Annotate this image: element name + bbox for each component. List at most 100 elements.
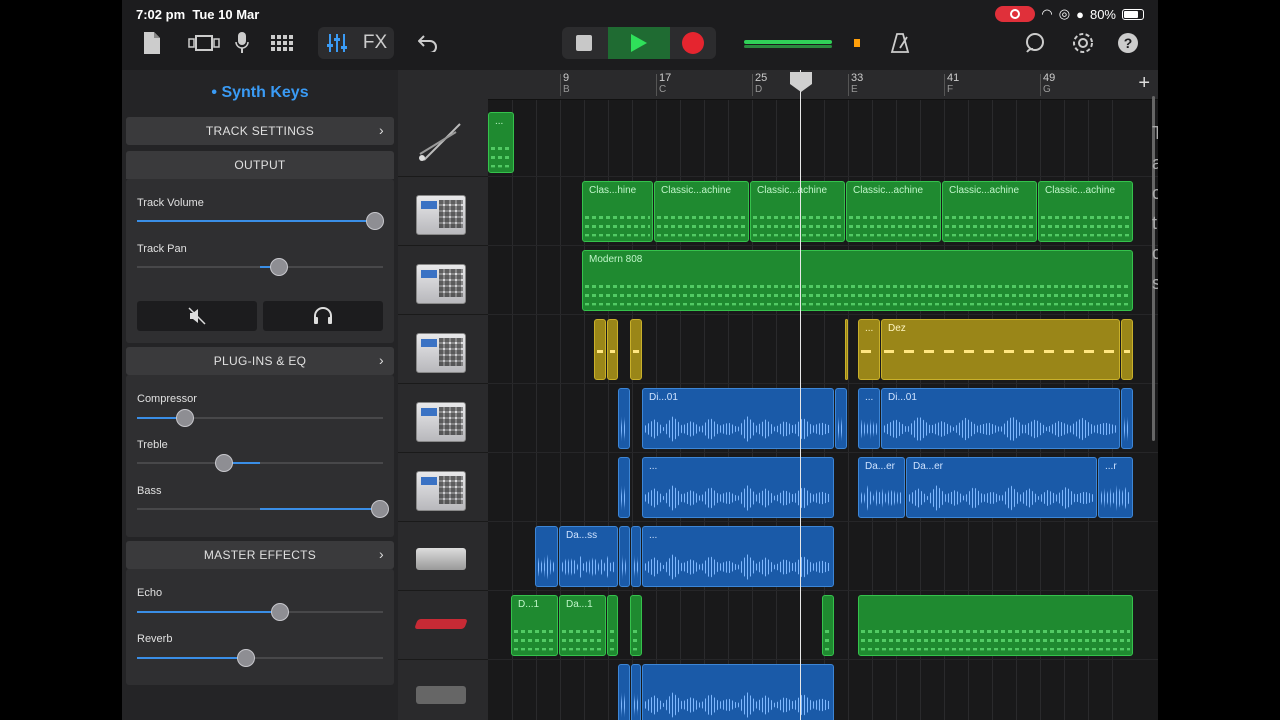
track-header-7[interactable]: [398, 522, 488, 591]
track-lane-7[interactable]: Da...ss ...: [488, 522, 1158, 591]
loop-browser-icon[interactable]: [1022, 28, 1048, 58]
region[interactable]: [822, 595, 834, 656]
region[interactable]: [835, 388, 847, 449]
region[interactable]: Clas...hine: [582, 181, 653, 242]
region[interactable]: [607, 319, 618, 380]
region[interactable]: [594, 319, 606, 380]
track-volume-slider[interactable]: [366, 212, 384, 230]
region[interactable]: Da...er: [906, 457, 1097, 518]
reverb-slider[interactable]: [237, 649, 255, 667]
track-headers: [398, 70, 488, 720]
beat-sequencer-icon: [416, 195, 466, 235]
region[interactable]: Da...ss: [559, 526, 618, 587]
track-header-9[interactable]: [398, 660, 488, 720]
track-settings-header[interactable]: TRACK SETTINGS ›: [126, 117, 394, 145]
region[interactable]: [630, 595, 642, 656]
track-lane-6[interactable]: ... Da...er Da...er ...r: [488, 453, 1158, 522]
region[interactable]: Da...1: [559, 595, 606, 656]
track-header-4[interactable]: [398, 315, 488, 384]
region[interactable]: Di...01: [881, 388, 1120, 449]
track-controls-panel: • Synth Keys TRACK SETTINGS › OUTPUT Tra…: [122, 70, 398, 720]
track-pan-slider[interactable]: [270, 258, 288, 276]
track-header-2[interactable]: [398, 177, 488, 246]
undo-icon[interactable]: [416, 28, 440, 58]
track-controls-icon[interactable]: [326, 28, 348, 58]
track-lane-2[interactable]: Clas...hine Classic...achine Classic...a…: [488, 177, 1158, 246]
add-section-button[interactable]: +: [1138, 72, 1150, 95]
region[interactable]: [607, 595, 618, 656]
keyboard-stand-icon: [416, 686, 466, 704]
master-effects-header[interactable]: MASTER EFFECTS ›: [126, 541, 394, 569]
region[interactable]: ...: [858, 388, 880, 449]
region[interactable]: [619, 526, 630, 587]
track-lane-9[interactable]: [488, 660, 1158, 720]
microphone-icon[interactable]: [232, 28, 252, 58]
region[interactable]: [618, 664, 630, 720]
track-lane-1[interactable]: ...: [488, 108, 1158, 177]
ruler-tick: [848, 74, 849, 96]
region[interactable]: Di...01: [642, 388, 834, 449]
region[interactable]: [1121, 319, 1133, 380]
region[interactable]: Classic...achine: [942, 181, 1037, 242]
region[interactable]: Classic...achine: [846, 181, 941, 242]
region[interactable]: Classic...achine: [750, 181, 845, 242]
fx-button[interactable]: FX: [360, 28, 390, 58]
region[interactable]: Dez: [881, 319, 1120, 380]
my-songs-icon[interactable]: [142, 28, 162, 58]
region[interactable]: ...r: [1098, 457, 1133, 518]
headphones-icon: [314, 307, 332, 324]
bar-number: 49: [1043, 72, 1056, 84]
region[interactable]: [642, 664, 834, 720]
region[interactable]: [858, 595, 1133, 656]
region[interactable]: [630, 319, 642, 380]
play-button[interactable]: [608, 27, 670, 59]
track-header-1[interactable]: [398, 108, 488, 177]
track-header-6[interactable]: [398, 453, 488, 522]
echo-label: Echo: [137, 587, 163, 599]
region[interactable]: [631, 664, 641, 720]
track-header-5[interactable]: [398, 384, 488, 453]
track-lane-5[interactable]: Di...01 ... Di...01: [488, 384, 1158, 453]
region[interactable]: Classic...achine: [1038, 181, 1133, 242]
browser-icon[interactable]: [186, 28, 222, 58]
region[interactable]: [618, 388, 630, 449]
master-volume-slider[interactable]: [744, 40, 832, 44]
beat-sequencer-icon: [416, 471, 466, 511]
settings-gear-icon[interactable]: [1070, 28, 1096, 58]
echo-slider[interactable]: [271, 603, 289, 621]
region[interactable]: ...: [488, 112, 514, 173]
mute-button[interactable]: [137, 301, 257, 331]
compressor-slider[interactable]: [176, 409, 194, 427]
reverb-label: Reverb: [137, 633, 173, 645]
metronome-icon[interactable]: [888, 28, 912, 58]
track-lane-4[interactable]: ... Dez: [488, 315, 1158, 384]
region[interactable]: Modern 808: [582, 250, 1133, 311]
region[interactable]: ...: [642, 526, 834, 587]
solo-button[interactable]: [263, 301, 383, 331]
grid-view-icon[interactable]: [268, 28, 296, 58]
bass-slider[interactable]: [371, 500, 389, 518]
plugins-eq-header[interactable]: PLUG-INS & EQ ›: [126, 347, 394, 375]
section-letter: G: [1043, 84, 1051, 95]
region[interactable]: D...1: [511, 595, 558, 656]
output-header: OUTPUT: [126, 151, 394, 179]
track-lane-8[interactable]: D...1 Da...1: [488, 591, 1158, 660]
track-header-3[interactable]: [398, 246, 488, 315]
region[interactable]: [618, 457, 630, 518]
region[interactable]: Da...er: [858, 457, 905, 518]
timeline-ruler[interactable]: 9 B 17 C 25 D 33 E 41 F 49 G +: [488, 70, 1158, 100]
stop-button[interactable]: [576, 35, 592, 51]
tracks-timeline[interactable]: 9 B 17 C 25 D 33 E 41 F 49 G + ... Clas.…: [488, 70, 1158, 720]
record-button[interactable]: [682, 32, 704, 54]
track-lane-3[interactable]: Modern 808: [488, 246, 1158, 315]
region[interactable]: [1121, 388, 1133, 449]
region[interactable]: [535, 526, 558, 587]
region[interactable]: ...: [642, 457, 834, 518]
treble-slider[interactable]: [215, 454, 233, 472]
region[interactable]: ...: [858, 319, 880, 380]
region[interactable]: [845, 319, 848, 380]
track-header-8[interactable]: [398, 591, 488, 660]
help-icon[interactable]: ?: [1116, 28, 1140, 58]
region[interactable]: [631, 526, 641, 587]
region[interactable]: Classic...achine: [654, 181, 749, 242]
